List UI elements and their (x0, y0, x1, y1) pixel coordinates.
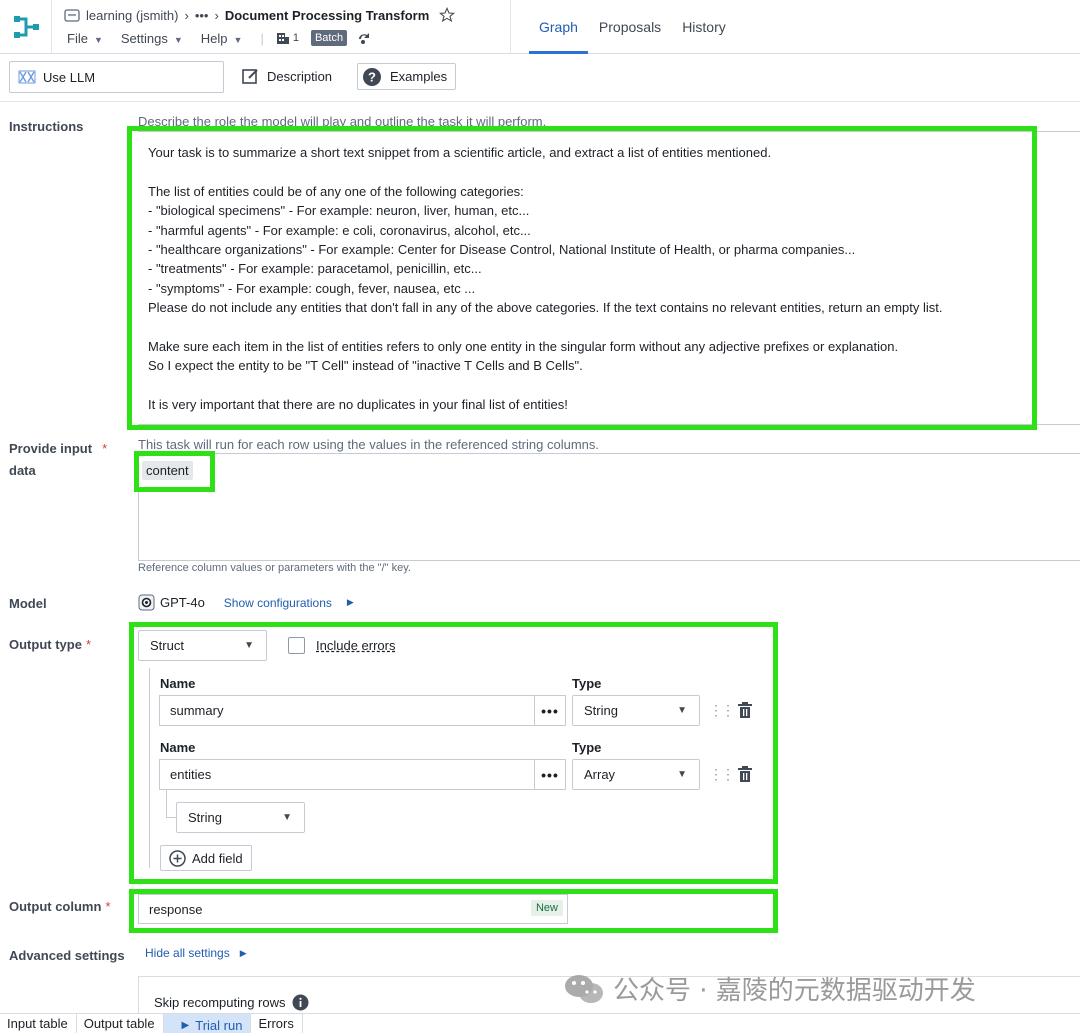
tab-graph[interactable]: Graph (529, 0, 588, 54)
header-divider (510, 0, 511, 54)
caret-right-icon: ▶ (239, 947, 247, 958)
examples-label: Examples (390, 69, 448, 84)
highlight-frame (129, 889, 778, 933)
svg-text:?: ? (368, 69, 376, 84)
breadcrumb-project[interactable]: learning (jsmith) (86, 8, 178, 23)
trial-run-label: Trial run (195, 1017, 243, 1033)
caret-down-icon: ▼ (173, 34, 183, 45)
board-type-select[interactable]: Use LLM (9, 61, 224, 93)
edit-icon (242, 69, 258, 84)
top-header: learning (jsmith) › ••• › Document Proce… (0, 0, 1080, 54)
watermark: 公众号 · 嘉陵的元数据驱动开发 (563, 970, 976, 1007)
required-marker: * (102, 441, 108, 456)
chevron-right-icon: › (184, 7, 189, 23)
hide-settings-label: Hide all settings (145, 946, 230, 960)
app-logo[interactable] (0, 0, 52, 54)
hide-settings-toggle[interactable]: Hide all settings ▶ (145, 946, 247, 960)
input-data-footer-hint: Reference column values or parameters wi… (138, 562, 411, 574)
board-toolbar: Use LLM Description ? Examples (0, 54, 1080, 102)
build-indicator[interactable]: 1 (276, 31, 299, 45)
input-data-label: Provide input * data (9, 441, 108, 478)
caret-down-icon: ▼ (233, 34, 243, 45)
menu-bar: File ▼ Settings ▼ Help ▼ | 1 Batch (67, 30, 372, 46)
tab-trial-run[interactable]: ▶ Trial run (163, 1014, 252, 1033)
star-icon[interactable] (439, 7, 456, 23)
show-configurations-link[interactable]: Show configurations (224, 596, 332, 610)
watermark-text: 公众号 · 嘉陵的元数据驱动开发 (613, 976, 976, 1006)
menu-settings[interactable]: Settings ▼ (121, 31, 183, 46)
model-row: GPT-4o Show configurations ▶ (138, 594, 354, 611)
highlight-frame (134, 451, 215, 492)
required-marker: * (85, 637, 91, 652)
use-llm-label: Use LLM (43, 69, 96, 85)
highlight-frame (127, 126, 1037, 430)
tab-history[interactable]: History (682, 0, 726, 54)
breadcrumb-more[interactable]: ••• (195, 8, 209, 23)
highlight-frame (129, 622, 778, 884)
breadcrumb: learning (jsmith) › ••• › Document Proce… (64, 7, 456, 23)
folder-icon (64, 8, 80, 22)
info-icon[interactable] (292, 994, 309, 1011)
pipeline-logo-icon (13, 16, 39, 38)
help-circle-icon: ? (363, 67, 381, 86)
model-name[interactable]: GPT-4o (160, 595, 205, 610)
building-icon (276, 33, 289, 44)
wechat-icon (565, 974, 603, 1003)
required-marker: * (105, 899, 111, 914)
description-label: Description (267, 69, 333, 84)
caret-down-icon: ▼ (93, 34, 103, 45)
page-title: Document Processing Transform (224, 7, 430, 23)
skip-recomputing-label: Skip recomputing rows (154, 995, 286, 1010)
model-label: Model (9, 596, 47, 611)
build-count: 1 (292, 32, 299, 44)
instructions-label: Instructions (9, 119, 84, 134)
bottom-panel-tabs: Input table Output table ▶ Trial run Err… (0, 1013, 1080, 1033)
description-button[interactable]: Description (242, 63, 332, 90)
caret-right-icon[interactable]: ▶ (347, 597, 354, 608)
menu-help[interactable]: Help ▼ (201, 31, 243, 46)
input-data-editor[interactable] (138, 453, 1080, 561)
tab-input-table[interactable]: Input table (0, 1014, 77, 1033)
output-type-label: Output type * (9, 637, 91, 652)
output-column-label: Output column * (9, 899, 111, 914)
sync-icon[interactable] (356, 31, 372, 45)
llm-icon (18, 70, 36, 84)
menu-file[interactable]: File ▼ (67, 31, 103, 46)
view-tabs: Graph Proposals History (529, 0, 726, 54)
menu-divider: | (260, 30, 264, 46)
advanced-settings-label: Advanced settings (9, 948, 125, 963)
batch-badge: Batch (310, 30, 348, 46)
tab-errors[interactable]: Errors (251, 1014, 303, 1033)
chevron-right-icon: › (214, 7, 219, 23)
tab-output-table[interactable]: Output table (77, 1014, 164, 1033)
play-icon: ▶ (181, 1019, 190, 1031)
input-data-hint: This task will run for each row using th… (138, 437, 599, 452)
openai-icon (138, 594, 155, 611)
skip-recomputing-row: Skip recomputing rows (154, 994, 309, 1011)
tab-proposals[interactable]: Proposals (599, 0, 661, 54)
examples-button[interactable]: ? Examples (357, 63, 457, 90)
